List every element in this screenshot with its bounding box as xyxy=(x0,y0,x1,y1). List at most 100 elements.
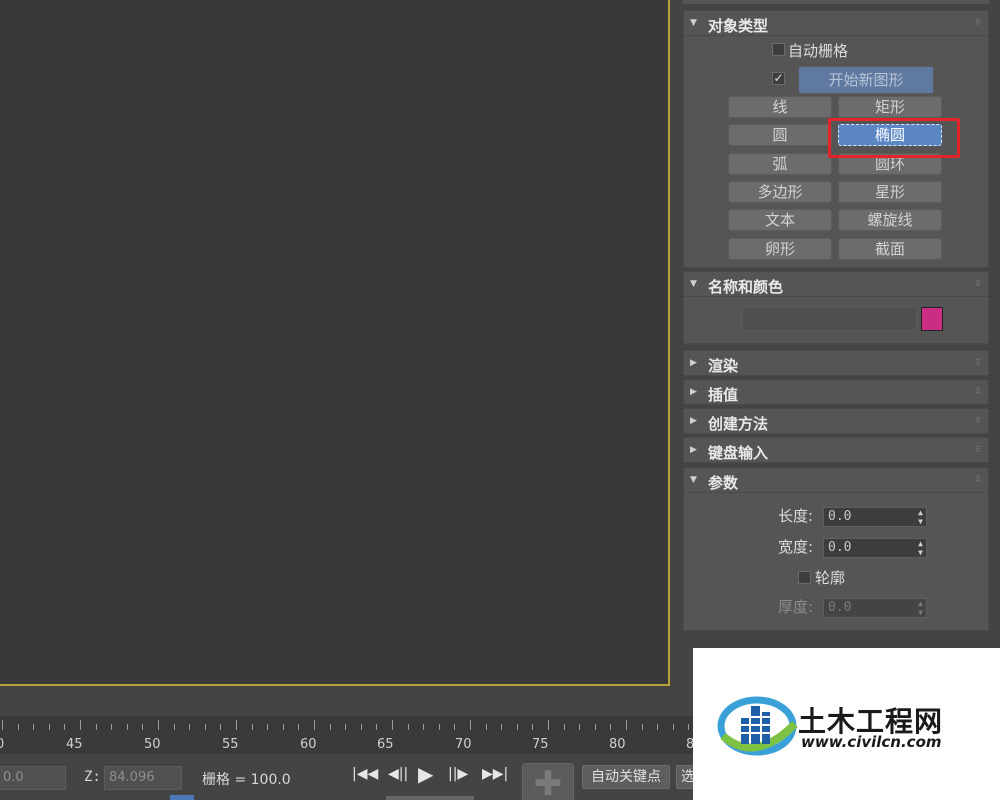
timeline-tick xyxy=(111,724,113,730)
line-button[interactable]: 线 xyxy=(728,96,832,118)
length-spinner[interactable]: 0.0 ▲ ▼ xyxy=(823,507,927,527)
timeline-ticks xyxy=(0,720,700,734)
rollout-rendering-header[interactable]: ▶ 渲染 ⠿ xyxy=(683,350,989,376)
auto-key-button[interactable]: 自动关键点 xyxy=(582,765,670,789)
timeline-tick xyxy=(282,724,284,730)
timeline-tick xyxy=(532,724,534,730)
grip-icon: ⠿ xyxy=(975,18,981,27)
timeline-tick xyxy=(17,724,19,730)
width-label: 宽度: xyxy=(778,538,814,556)
timeslider-thumb[interactable] xyxy=(170,795,194,800)
auto-grid-checkbox[interactable] xyxy=(772,43,785,56)
outline-label: 轮廓 xyxy=(815,569,846,587)
arc-button[interactable]: 弧 xyxy=(728,153,832,175)
length-value: 0.0 xyxy=(828,509,852,524)
watermark-logo: 土木工程网 www.civilcn.com xyxy=(693,648,1000,800)
text-button[interactable]: 文本 xyxy=(728,209,832,231)
timeline-tick xyxy=(470,720,471,730)
play-icon[interactable]: ▶ xyxy=(418,762,433,786)
rollout-title: 参数 xyxy=(708,474,739,492)
timeline-tick xyxy=(407,724,409,730)
timeline-tick xyxy=(126,724,128,730)
timeline-tick xyxy=(298,724,300,730)
timeline-tick xyxy=(329,724,331,730)
timeline-tick xyxy=(438,724,440,730)
timeline-tick xyxy=(516,724,518,730)
timeline-tick-label: 50 xyxy=(144,737,161,752)
timeline-tick xyxy=(267,724,269,730)
rollout-object-type-header[interactable]: ▼ 对象类型 ⠿ xyxy=(683,10,989,36)
timeline-tick xyxy=(657,724,659,730)
go-to-start-icon[interactable]: |◀◀ xyxy=(352,766,378,782)
timeline-tick xyxy=(33,724,35,730)
set-key-icon[interactable]: ✚ xyxy=(522,763,574,800)
timeline-tick xyxy=(360,724,362,730)
star-button[interactable]: 星形 xyxy=(838,181,942,203)
timeline-tick xyxy=(158,720,159,730)
auto-grid-label: 自动栅格 xyxy=(788,42,849,60)
timeline-tick xyxy=(220,724,222,730)
collapse-arrow-icon: ▼ xyxy=(690,279,697,289)
timeline-tick-label: 70 xyxy=(455,737,472,752)
timeline-tick xyxy=(423,724,425,730)
rollout-title: 对象类型 xyxy=(708,17,769,35)
rollout-parameters-body: 长度: 0.0 ▲ ▼ 宽度: 0.0 ▲ ▼ 轮廓 厚度: 0.0 ▲ ▼ xyxy=(683,493,989,631)
start-new-shape-button[interactable]: 开始新图形 xyxy=(798,66,934,94)
rollout-name-color-header[interactable]: ▼ 名称和颜色 ⠿ xyxy=(683,271,989,297)
thickness-spinner[interactable]: 0.0 ▲ ▼ xyxy=(823,598,927,618)
object-name-input[interactable] xyxy=(742,307,917,331)
width-spinner[interactable]: 0.0 ▲ ▼ xyxy=(823,538,927,558)
timeline-tick xyxy=(672,724,674,730)
timeline-tick xyxy=(95,724,97,730)
start-new-shape-checkbox[interactable]: ✓ xyxy=(772,72,785,85)
egg-button[interactable]: 卵形 xyxy=(728,238,832,260)
width-value: 0.0 xyxy=(828,540,852,555)
expand-arrow-icon: ▶ xyxy=(690,387,697,397)
timeline-tick-label: 60 xyxy=(300,737,317,752)
grip-icon: ⠿ xyxy=(975,416,981,425)
command-panel: ▼ 对象类型 ⠿ 自动栅格 ✓ 开始新图形 线 矩形 圆 椭圆 弧 圆环 多边形… xyxy=(676,0,1000,690)
timeline-tick xyxy=(236,720,237,730)
timeline-tick-label: 55 xyxy=(222,737,239,752)
timeline-tick-label: 75 xyxy=(532,737,549,752)
ngon-button[interactable]: 多边形 xyxy=(728,181,832,203)
timeline-tick xyxy=(563,724,565,730)
timeline-tick xyxy=(2,720,3,730)
timeline-tick-label: 80 xyxy=(609,737,626,752)
timeline-tick xyxy=(485,724,487,730)
timeline-tick xyxy=(610,724,612,730)
outline-checkbox[interactable] xyxy=(798,571,811,584)
rollout-keyboard-entry-header[interactable]: ▶ 键盘输入 ⠿ xyxy=(683,437,989,463)
spinner-arrows-icon[interactable]: ▲ ▼ xyxy=(918,508,923,526)
timeline-tick xyxy=(501,724,503,730)
grip-icon: ⠿ xyxy=(975,387,981,396)
rollout-name-color-body xyxy=(683,297,989,344)
rollout-creation-method-header[interactable]: ▶ 创建方法 ⠿ xyxy=(683,408,989,434)
rectangle-button[interactable]: 矩形 xyxy=(838,96,942,118)
thickness-value: 0.0 xyxy=(828,600,852,615)
timeline-tick xyxy=(345,724,347,730)
timeline-tick xyxy=(641,724,643,730)
z-coordinate-field[interactable]: 84.096 xyxy=(104,766,182,790)
go-to-end-icon[interactable]: ▶▶| xyxy=(482,766,508,782)
previous-frame-icon[interactable]: ◀|| xyxy=(388,766,408,782)
length-label: 长度: xyxy=(778,507,814,525)
x-coordinate-field[interactable]: 0.0 xyxy=(0,766,66,790)
rollout-parameters-header[interactable]: ▼ 参数 ⠿ xyxy=(683,467,989,493)
timeline-tick xyxy=(142,724,144,730)
object-color-swatch[interactable] xyxy=(921,307,943,331)
circle-button[interactable]: 圆 xyxy=(728,124,832,146)
section-button[interactable]: 截面 xyxy=(838,238,942,260)
frame-field[interactable] xyxy=(386,796,474,800)
rollout-title: 键盘输入 xyxy=(708,444,769,462)
spinner-arrows-icon[interactable]: ▲ ▼ xyxy=(918,539,923,557)
timeline-tick xyxy=(64,724,66,730)
helix-button[interactable]: 螺旋线 xyxy=(838,209,942,231)
expand-arrow-icon: ▶ xyxy=(690,358,697,368)
viewport[interactable] xyxy=(0,0,670,686)
collapse-arrow-icon: ▼ xyxy=(690,475,697,485)
next-frame-icon[interactable]: ||▶ xyxy=(448,766,468,782)
rollout-interpolation-header[interactable]: ▶ 插值 ⠿ xyxy=(683,379,989,405)
expand-arrow-icon: ▶ xyxy=(690,445,697,455)
timeline-tick-label: 65 xyxy=(377,737,394,752)
